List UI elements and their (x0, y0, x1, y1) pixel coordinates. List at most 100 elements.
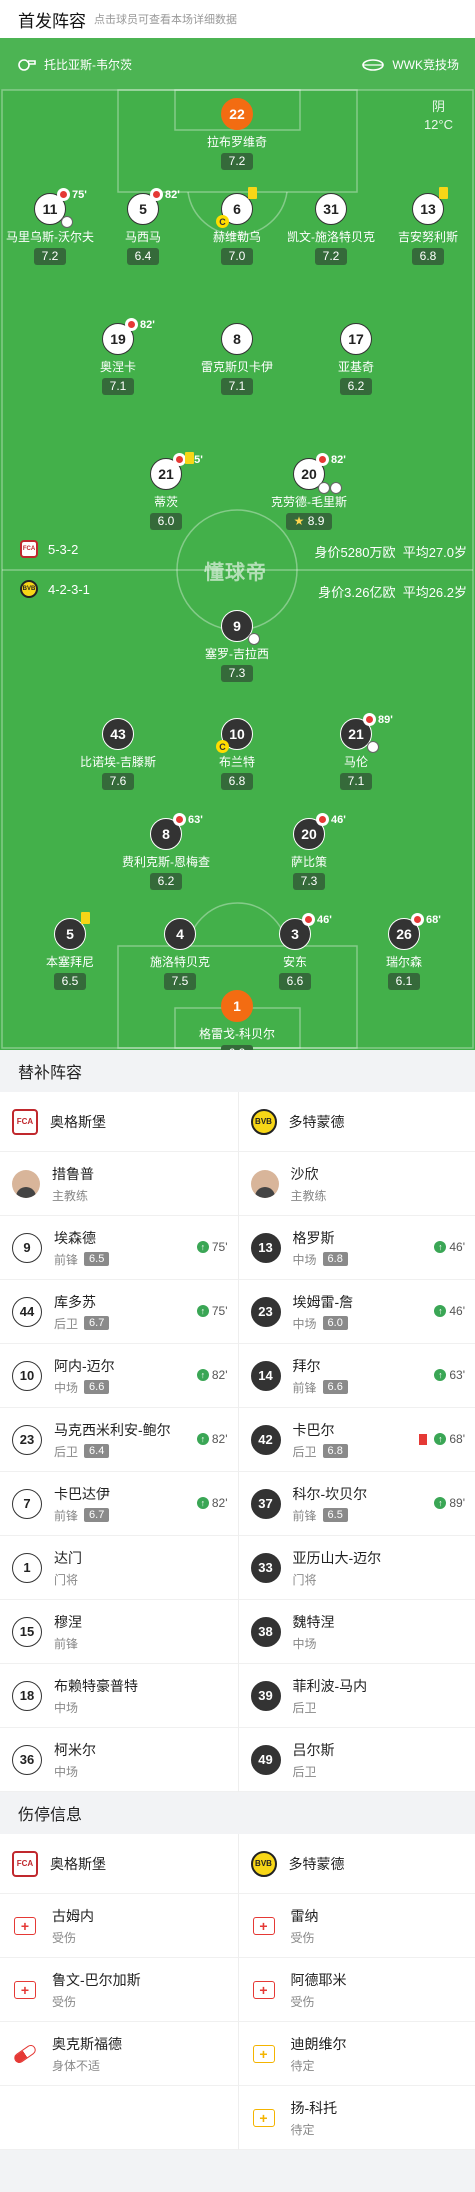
player-number: 20 46' (293, 813, 346, 850)
away-player-am3[interactable]: 21 89' 马伦 7.1 (301, 713, 411, 790)
home-player-m3[interactable]: 17 亚基奇 6.2 (301, 323, 411, 395)
away-player-f[interactable]: 9 塞罗-吉拉西 7.3 (182, 610, 292, 682)
player-name: 柯米尔 (54, 1741, 96, 1758)
sub-in-icon: ↑ (196, 1241, 209, 1253)
sub-player-row[interactable]: 18 布赖特豪普特 中场 (0, 1664, 238, 1728)
injury-row[interactable]: + 古姆内 受伤 (0, 1894, 238, 1958)
away-player-gk[interactable]: 1格雷戈-科贝尔6.2 (182, 990, 292, 1050)
jersey-number: 13 (420, 201, 436, 217)
player-rating: 6.2 (149, 873, 183, 890)
away-coach[interactable]: 沙欣 主教练 (238, 1152, 475, 1216)
home-player-gk[interactable]: 22 拉布罗维奇 7.2 (182, 98, 292, 170)
sub-player-row[interactable]: 10 阿内-迈尔 中场 6.6 ↑ 82' (0, 1344, 238, 1408)
sub-player-row[interactable]: 9 埃森德 前锋 6.5 ↑ 75' (0, 1216, 238, 1280)
jersey-number: 5 (66, 926, 74, 942)
coach-name: 措鲁普 (52, 1165, 94, 1182)
sub-player-row[interactable]: 23 马克西米利安-鲍尔 后卫 6.4 ↑ 82' (0, 1408, 238, 1472)
home-player-d5[interactable]: 13 吉安努利斯 6.8 (373, 187, 475, 265)
avatar (250, 1169, 279, 1198)
referee-info: 托比亚斯-韦尔茨 (16, 56, 132, 73)
sub-player-row[interactable]: 7 卡巴达伊 前锋 6.7 ↑ 82' (0, 1472, 238, 1536)
player-name: 布赖特豪普特 (54, 1677, 138, 1694)
sub-player-row[interactable]: 13 格罗斯 中场 6.8 ↑ 46' (238, 1216, 475, 1280)
injury-status: 受伤 (52, 1994, 77, 2009)
sub-player-row[interactable]: 37 科尔-坎贝尔 前锋 6.5 ↑ 89' (238, 1472, 475, 1536)
player-rating: 6.6 (84, 1380, 110, 1394)
player-position-line: 中场 (54, 1763, 96, 1780)
injury-row[interactable]: + 阿德耶米 受伤 (238, 1958, 475, 2022)
star-icon: ★ (293, 514, 308, 528)
player-rating: 6.2 (339, 378, 373, 395)
sub-in-icon: ↑ (196, 1433, 209, 1445)
sub-player-row[interactable]: 33 亚历山大-迈尔 门将 (238, 1536, 475, 1600)
sub-player-row[interactable]: 23 埃姆雷-詹 中场 6.0 ↑ 46' (238, 1280, 475, 1344)
player-position: 中场 (54, 1380, 79, 1395)
home-player-m1[interactable]: 19 82' 奥涅卡 7.1 (63, 318, 173, 395)
injury-row[interactable]: + 雷纳 受伤 (238, 1894, 475, 1958)
player-number: 6C (216, 187, 257, 228)
player-name: 亚基奇 (337, 360, 374, 374)
away-player-d2[interactable]: 4 施洛特贝克 7.5 (125, 918, 235, 990)
jersey-number: 3 (291, 926, 299, 942)
injury-row[interactable]: + 迪朗维尔 待定 (238, 2022, 475, 2086)
home-player-m2[interactable]: 8 雷克斯贝卡伊 7.1 (182, 323, 292, 395)
jersey-number: 18 (12, 1680, 42, 1711)
referee-name: 托比亚斯-韦尔茨 (44, 57, 132, 72)
player-name: 萨比策 (290, 855, 327, 869)
player-name: 马克西米利安-鲍尔 (54, 1421, 171, 1438)
player-rating: 7.2 (33, 248, 67, 265)
sub-off-indicator: 46' (302, 913, 332, 926)
jersey-number: 8 (162, 826, 170, 842)
sub-on-indicator: ↑ 63' (434, 1368, 465, 1382)
sub-player-row[interactable]: 49 吕尔斯 后卫 (238, 1728, 475, 1792)
home-player-f2[interactable]: 20 82' 克劳德-毛里斯 ★ 8.9 (254, 453, 364, 530)
sub-player-row[interactable]: 42 卡巴尔 后卫 6.8 ↑ 68' (238, 1408, 475, 1472)
sub-minute: 82' (165, 188, 180, 201)
away-player-dm1[interactable]: 8 63' 费利克斯-恩梅查 6.2 (111, 813, 221, 890)
player-rating: 6.7 (84, 1316, 110, 1330)
away-player-d3[interactable]: 3 46' 安东 6.6 (240, 913, 350, 990)
jersey-number: 1 (12, 1552, 42, 1583)
sub-off-indicator: 68' (411, 913, 441, 926)
sub-player-row[interactable]: 38 魏特涅 中场 (238, 1600, 475, 1664)
home-team-value: 身价5280万欧 平均27.0岁 (315, 542, 467, 561)
away-player-dm2[interactable]: 20 46' 萨比策 7.3 (254, 813, 364, 890)
home-player-f1[interactable]: 21 75' 蒂茨 6.0 (111, 452, 221, 530)
injury-status: 身体不适 (52, 2058, 101, 2073)
player-number: 8 (221, 323, 253, 355)
sub-player-row[interactable]: 1 达门 门将 (0, 1536, 238, 1600)
coach-role: 主教练 (290, 1188, 327, 1203)
away-player-d1[interactable]: 5 本塞拜尼 6.5 (15, 912, 125, 990)
away-player-am2[interactable]: 10 C 布兰特 6.8 (182, 718, 292, 790)
away-player-am1[interactable]: 43 比诺埃-吉滕斯 7.6 (63, 718, 173, 790)
sub-minute: 68' (426, 913, 441, 926)
away-player-d4[interactable]: 26 68' 瑞尔森 6.1 (349, 913, 459, 990)
player-position-line: 后卫 6.8 (293, 1443, 348, 1460)
jersey-number: 33 (250, 1552, 281, 1583)
player-rating: 6.1 (387, 973, 421, 990)
augsburg-badge-icon: FCA (12, 1850, 38, 1877)
sub-player-row[interactable]: 36 柯米尔 中场 (0, 1728, 238, 1792)
player-rating: 6.4 (84, 1444, 110, 1458)
watermark: 懂球帝 (204, 562, 267, 584)
sub-player-row[interactable]: 44 库多苏 后卫 6.7 ↑ 75' (0, 1280, 238, 1344)
injury-icon: + (12, 1913, 38, 1939)
player-rating: 6.0 (149, 513, 183, 530)
injury-row[interactable]: + 鲁文-巴尔加斯 受伤 (0, 1958, 238, 2022)
subs-grid: FCA 奥格斯堡 措鲁普 主教练 9 埃森德 前锋 6.5 ↑ 75' 44 库多苏 后卫 6.7 ↑… (0, 1092, 475, 1792)
home-player-d4[interactable]: 31 凯文-施洛特贝克 7.2 (276, 193, 386, 265)
player-name: 达门 (54, 1549, 82, 1566)
player-name: 吉安努利斯 (397, 230, 458, 244)
injury-row[interactable]: 奥克斯福德 身体不适 (0, 2022, 238, 2086)
away-value: 身价3.26亿欧 (318, 585, 396, 600)
sub-player-row[interactable]: 14 拜尔 前锋 6.6 ↑ 63' (238, 1344, 475, 1408)
sub-player-row[interactable]: 15 穆涅 前锋 (0, 1600, 238, 1664)
home-coach[interactable]: 措鲁普 主教练 (0, 1152, 238, 1216)
player-rating: 6.4 (126, 248, 160, 265)
injuries-home-column: FCA 奥格斯堡 + 古姆内 受伤 + 鲁文-巴尔加斯 受伤 奥克斯福德 身体不适 (0, 1834, 238, 2150)
rating-value: 7.1 (109, 379, 127, 393)
player-rating: 7.3 (220, 665, 254, 682)
injury-row[interactable]: + 扬-科托 待定 (238, 2086, 475, 2150)
sub-player-row[interactable]: 39 菲利波-马内 后卫 (238, 1664, 475, 1728)
jersey-number: 31 (323, 201, 339, 217)
